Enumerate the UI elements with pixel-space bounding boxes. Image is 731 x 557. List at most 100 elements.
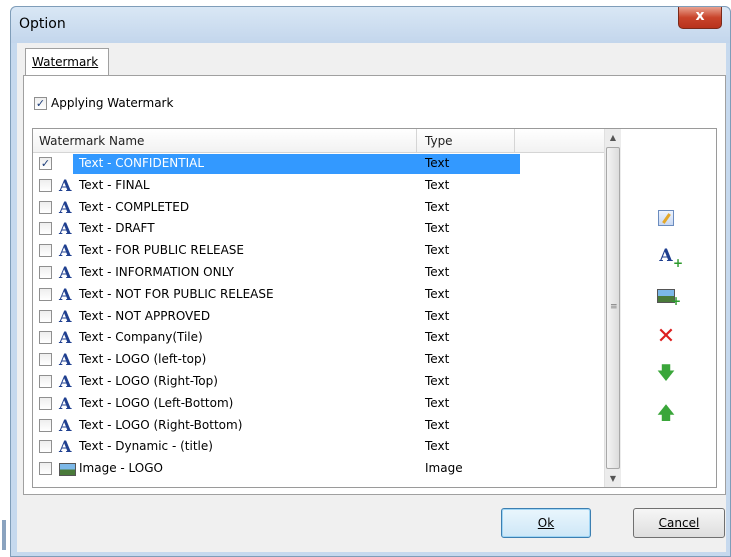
tab-watermark[interactable]: Watermark [25,48,109,76]
watermark-name: Text - FOR PUBLIC RELEASE [79,243,244,258]
list-item[interactable]: A Text - LOGO (Right-Bottom) Text [33,415,606,437]
row-checkbox[interactable] [39,440,52,454]
watermark-name: Text - LOGO (left-top) [79,352,207,367]
watermark-name: Text - CONFIDENTIAL [79,156,205,170]
list-item[interactable]: A Text - FOR PUBLIC RELEASE Text [33,240,606,262]
row-checkbox[interactable]: ✓ [39,157,52,170]
move-down-button[interactable]: 🡇 [655,363,677,387]
cancel-button[interactable]: Cancel [633,508,725,538]
watermark-type: Text [425,308,450,323]
list-item[interactable]: A Text - Dynamic - (title) Text [33,436,606,458]
applying-watermark-option[interactable]: ✓ Applying Watermark [34,96,173,110]
close-icon: x [695,8,705,24]
column-header-type[interactable]: Type [417,129,515,153]
watermark-name: Text - NOT APPROVED [79,308,211,323]
text-a-icon: A [59,350,72,370]
add-text-watermark-button[interactable]: A + [655,245,683,270]
list-item[interactable]: A Text - FINAL Text [33,175,606,197]
row-checkbox[interactable] [39,222,52,236]
delete-watermark-button[interactable]: ✕ [655,324,677,349]
watermark-list[interactable]: Watermark Name Type ✓ A Text - CONFIDENTIA… [32,128,622,488]
background-edge [0,0,10,557]
list-header: Watermark Name Type [33,129,606,153]
list-item[interactable]: A Text - NOT APPROVED Text [33,306,606,328]
text-a-icon: A [59,437,72,457]
ok-label: Ok [537,516,555,530]
watermark-panel: ✓ Applying Watermark Watermark Name Type… [23,75,726,495]
watermark-name: Text - Company(Tile) [79,330,203,345]
applying-watermark-label: Applying Watermark [51,96,174,110]
list-item[interactable]: A Text - NOT FOR PUBLIC RELEASE Text [33,284,606,306]
ok-button[interactable]: Ok [501,508,591,538]
row-checkbox[interactable] [39,396,52,410]
list-item[interactable]: A Text - LOGO (left-top) Text [33,349,606,371]
text-a-icon: A [59,241,72,261]
watermark-type: Text [425,373,450,388]
list-item[interactable]: A Text - Company(Tile) Text [33,327,606,349]
watermark-name: Image - LOGO [79,461,163,476]
scroll-down-icon[interactable]: ▼ [605,470,621,487]
text-a-icon: A [59,262,72,282]
watermark-name: Text - NOT FOR PUBLIC RELEASE [79,286,274,301]
text-a-icon: A [59,154,72,173]
window-title: Option [19,16,66,32]
list-item[interactable]: A Text - INFORMATION ONLY Text [33,262,606,284]
row-checkbox[interactable] [39,244,52,258]
watermark-type: Text [425,330,450,345]
edit-icon [658,210,674,226]
text-a-icon: A [59,197,72,217]
column-header-name[interactable]: Watermark Name [33,129,417,153]
watermark-name: Text - FINAL [79,177,150,192]
scroll-up-icon[interactable]: ▲ [605,129,621,146]
text-a-icon: A [59,219,72,239]
cancel-label: Cancel [658,516,700,530]
watermark-type: Text [425,156,450,170]
watermark-name: Text - LOGO (Left-Bottom) [79,395,234,410]
watermark-type: Text [425,352,450,367]
scroll-thumb[interactable]: ≡ [606,147,620,469]
row-checkbox[interactable] [39,331,52,345]
add-image-icon: + [657,289,681,308]
watermark-type: Text [425,177,450,192]
add-image-watermark-button[interactable]: + [655,285,681,308]
move-down-icon: 🡇 [656,363,676,384]
move-up-button[interactable]: 🡅 [655,403,677,427]
watermark-type: Text [425,199,450,214]
text-a-icon: A [59,393,72,413]
row-checkbox[interactable] [39,462,52,476]
row-checkbox[interactable] [39,178,52,192]
list-item[interactable]: A Text - LOGO (Right-Top) Text [33,371,606,393]
vertical-scrollbar[interactable]: ▲ ≡ ▼ [604,129,621,487]
row-checkbox[interactable] [39,374,52,388]
edit-watermark-button[interactable] [655,207,677,229]
watermark-name: Text - COMPLETED [79,199,190,214]
text-a-icon: A [59,371,72,391]
watermark-name: Text - DRAFT [79,221,155,236]
row-checkbox[interactable] [39,353,52,367]
list-item[interactable]: ✓ A Text - CONFIDENTIAL Text [33,153,606,175]
row-checkbox[interactable] [39,287,52,301]
list-item[interactable]: A Text - LOGO (Left-Bottom) Text [33,393,606,415]
row-checkbox[interactable] [39,265,52,279]
watermark-type: Text [425,221,450,236]
close-button[interactable]: x [678,7,722,29]
applying-watermark-checkbox[interactable]: ✓ [34,96,47,110]
watermark-type: Text [425,395,450,410]
watermark-type: Text [425,417,450,432]
row-checkbox[interactable] [39,309,52,323]
list-item[interactable]: A Text - COMPLETED Text [33,197,606,219]
list-rows: ✓ A Text - CONFIDENTIAL Text A Text - FINAL Te… [33,153,606,480]
add-text-icon: A + [659,246,683,270]
watermark-type: Image [425,461,463,476]
row-checkbox[interactable] [39,200,52,214]
list-item[interactable]: Image - LOGO Image [33,458,606,480]
image-icon [59,463,76,477]
watermark-name: Text - INFORMATION ONLY [79,264,235,279]
title-bar[interactable]: Option x [11,7,730,43]
row-checkbox[interactable] [39,418,52,432]
list-item[interactable]: A Text - DRAFT Text [33,218,606,240]
watermark-name: Text - LOGO (Right-Top) [79,373,218,388]
option-dialog: Option x Watermark ✓ Applying Watermark … [10,6,731,557]
watermark-type: Text [425,286,450,301]
grip-icon: ≡ [610,302,618,312]
